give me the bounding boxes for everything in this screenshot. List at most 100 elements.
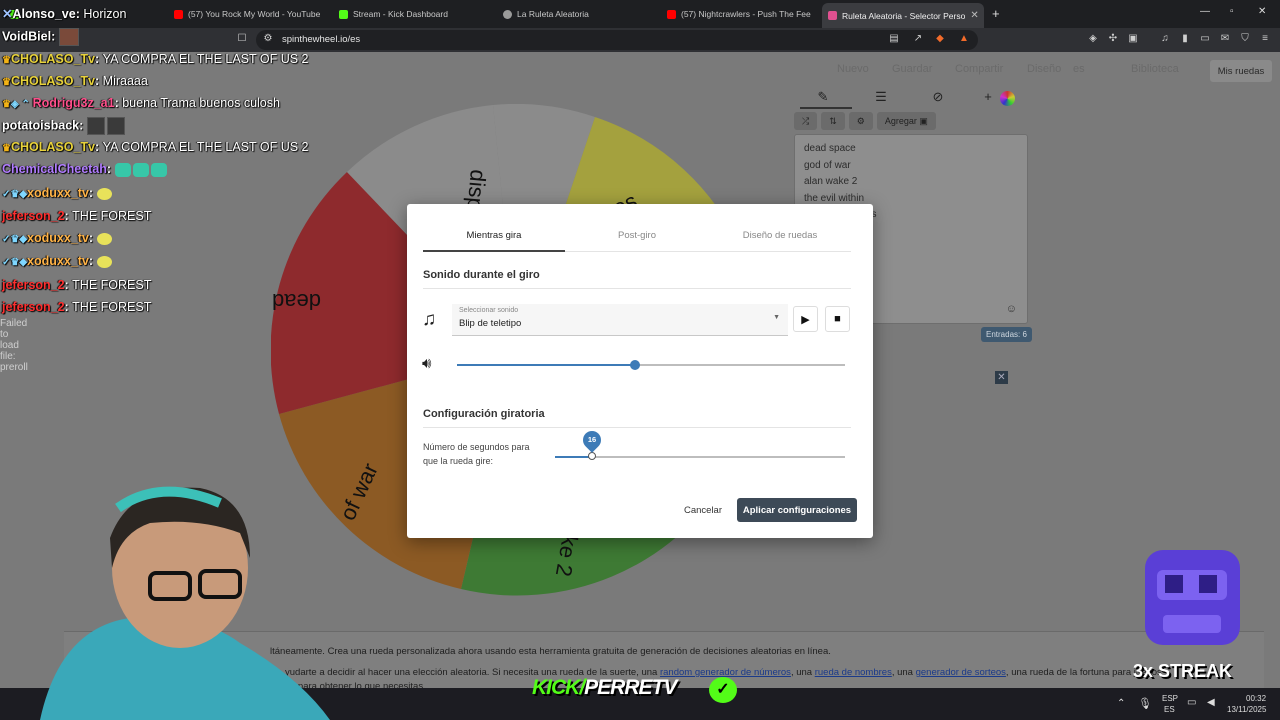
tab-during-spin[interactable]: Mientras gira [423,230,565,241]
nav-save[interactable]: Guardar [892,63,932,75]
chat-message: THE FOREST [72,209,152,223]
tab-ruleta[interactable]: La Ruleta Aleatoria [497,4,657,24]
minimize-button[interactable]: — [1200,6,1210,17]
nav-new[interactable]: Nuevo [837,63,869,75]
close-panel-icon[interactable]: ✕ [995,371,1008,384]
site-settings-icon[interactable]: ⚙ [262,33,274,45]
tab-active-ruleta[interactable]: Ruleta Aleatoria - Selector Perso ✕ [822,3,984,28]
chat-separator: : [51,29,59,44]
chat-separator: : [79,118,87,133]
shuffle-button[interactable]: ⤮ [794,112,818,130]
wallet-icon[interactable]: ▭ [1199,33,1211,45]
gift-badge-icon: ◈ ⌃ [10,99,33,110]
entry-item: god of war [804,159,851,171]
chat-message: Horizon [83,7,127,21]
chat-username: CHOLASO_Tv [10,52,96,66]
extension-icon[interactable]: ◈ [1087,33,1099,45]
tab-wheel-design[interactable]: Diseño de ruedas [709,230,851,241]
chat-message: THE FOREST [72,300,152,314]
tab-youtube-1[interactable]: (57) You Rock My World - YouTube [168,4,328,24]
close-tab-icon[interactable]: ✕ [970,10,978,21]
add-color-icon[interactable]: + [982,90,994,103]
sound-section-title: Sonido durante el giro [423,269,540,281]
clock-time[interactable]: 00:32 [1246,694,1266,703]
reader-icon[interactable]: ▤ [888,33,900,45]
dropdown-arrow-icon: ▼ [773,314,780,321]
nav-language[interactable]: es [1073,63,1085,75]
apply-settings-button[interactable]: Aplicar configuraciones [737,498,857,522]
shield-icon[interactable]: ⛉ [1239,33,1251,45]
network-icon[interactable]: ▭ [1187,697,1196,708]
tab-kick-dashboard[interactable]: Stream - Kick Dashboard [333,4,493,24]
cancel-button[interactable]: Cancelar [675,498,731,522]
chat-username: potatoisback [2,118,80,133]
chat-separator: : [95,52,103,66]
chat-line: ChemicalCheetah: [2,162,169,177]
clipboard-icon[interactable]: ☰ [875,90,887,103]
footer-line-1: ltáneamente. Crea una rueda personalizad… [270,646,831,657]
chat-username: jeferson_2 [2,300,65,314]
brave-shield-icon[interactable]: ◆ [934,33,946,45]
new-tab-button[interactable]: + [992,6,1000,21]
vpn-icon[interactable]: ✉ [1219,33,1231,45]
share-icon[interactable]: ↗ [912,33,924,45]
my-wheels-button[interactable]: Mis ruedas [1210,60,1272,82]
raffle-generator-link[interactable]: generador de sorteos [916,667,1006,678]
chat-emote-icon [96,187,112,200]
add-button-label: Agregar [884,116,917,126]
chat-separator: : [95,140,103,154]
badges-icon: ✓♛◆ [2,257,28,268]
play-button[interactable]: ▶ [793,306,818,332]
nav-share[interactable]: Compartir [955,63,1003,75]
lang-line-1[interactable]: ESP [1162,694,1178,703]
section-divider [423,288,851,289]
chat-message: YA COMPRA EL THE LAST OF US 2 [102,140,309,154]
sidebar-icon[interactable]: ▮ [1179,33,1191,45]
hide-icon[interactable]: ⊘ [932,90,944,103]
tab-youtube-2[interactable]: (57) Nightcrawlers - Push The Fee [661,4,817,24]
seconds-label: Número de segundos para que la rueda gir… [423,442,530,466]
nav-library[interactable]: Biblioteca [1131,63,1179,75]
microphone-icon[interactable]: 🎙︎ [1138,697,1152,710]
color-wheel-icon[interactable] [1000,91,1015,106]
crown-badge-icon: ♛ [2,143,11,154]
restore-button[interactable]: ▫ [1230,6,1234,17]
sort-button[interactable]: ⇅ [821,112,845,130]
chat-emote-icon [114,162,131,177]
puzzle-icon[interactable]: ✣ [1107,33,1119,45]
seconds-track[interactable] [555,456,845,458]
entry-item: dead space [804,143,856,154]
stop-icon: ■ [834,313,841,325]
address-bar[interactable] [256,30,978,50]
menu-icon[interactable]: ≡ [1259,33,1271,45]
volume-thumb[interactable] [630,360,640,370]
seconds-thumb[interactable] [588,452,596,460]
webcam-feed [40,486,330,720]
rewards-icon[interactable]: ▲ [958,33,970,45]
chat-line: jeferson_2: THE FOREST [2,300,151,314]
close-window-button[interactable]: ✕ [1258,6,1266,17]
pencil-icon[interactable]: ✎ [817,90,829,103]
media-icon[interactable]: ▣ [1127,33,1139,45]
add-image-button[interactable]: Agregar ▣ [876,112,936,130]
chat-separator: : [95,74,103,88]
emoji-icon[interactable]: ☺ [1006,303,1017,315]
name-wheel-link[interactable]: rueda de nombres [815,667,892,678]
lang-line-2[interactable]: ES [1164,705,1175,714]
chat-username: xoduxx_tv [27,231,89,245]
footer-text-part: , una [790,667,815,678]
speaker-icon[interactable]: ◀︎ [1207,697,1215,708]
sound-select[interactable]: Seleccionar sonido Blip de teletipo ▼ [452,304,788,336]
tab-post-spin[interactable]: Post-giro [566,230,708,241]
stop-button[interactable]: ■ [825,306,850,332]
nav-design[interactable]: Diseño [1027,63,1061,75]
chat-emote-icon [106,117,125,135]
music-icon[interactable]: ♫ [1159,33,1171,45]
bookmark-icon[interactable]: ☐ [236,33,248,45]
edit-tab-underline [800,107,852,109]
settings-button[interactable]: ⚙ [848,112,873,130]
seconds-value: 16 [587,435,597,444]
badges-icon: ✓♛◆ [2,234,28,245]
clock-date[interactable]: 13/11/2025 [1227,705,1266,714]
tray-chevron-icon[interactable]: ⌃ [1117,698,1125,709]
